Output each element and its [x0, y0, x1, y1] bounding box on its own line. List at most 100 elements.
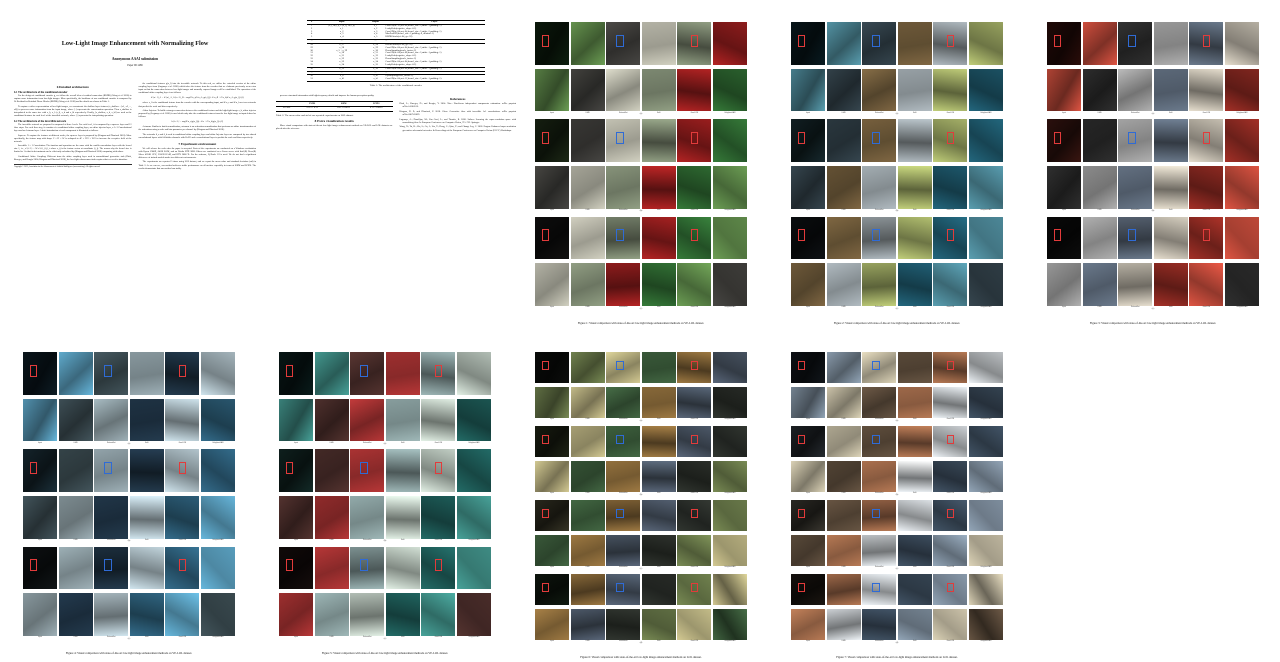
comparison-image — [826, 387, 861, 418]
comparison-image — [58, 352, 93, 395]
zoom-region-marker — [434, 462, 443, 475]
comparison-image — [535, 500, 570, 531]
figure-caption: Figure 4: Visual comparison with state-o… — [65, 651, 193, 655]
comparison-image — [712, 609, 747, 640]
comparison-image — [1047, 22, 1082, 65]
subsection-heading: 6.2 The architecture of the invertible n… — [14, 120, 67, 124]
comparison-image — [641, 216, 676, 260]
comparison-image — [862, 166, 897, 209]
subfigure-label: (a) — [127, 442, 131, 445]
page2-right-column: References Dinh, L.; Krueger, D.; and Be… — [400, 95, 517, 134]
comparison-image — [933, 461, 968, 492]
zoom-region-marker — [616, 435, 624, 444]
paper-title: Low-Light Image Enhancement with Normali… — [61, 40, 209, 47]
comparison-image — [897, 68, 932, 112]
page2-left-column: preserve structural information with hig… — [276, 95, 393, 134]
paragraph: For the design of conditional encoder g,… — [14, 95, 132, 104]
zoom-region-marker — [434, 364, 443, 377]
comparison-image — [712, 535, 747, 566]
zoom-region-marker — [872, 361, 880, 370]
comparison-image — [314, 593, 349, 636]
table-cell: LLFlow — [282, 107, 291, 110]
paragraph: Actnorm: Similar to batch normalization,… — [138, 126, 257, 132]
comparison-image — [1189, 216, 1224, 260]
comparison-image — [826, 500, 861, 531]
comparison-image — [456, 496, 491, 539]
comparison-image — [165, 352, 200, 395]
comparison-image — [641, 461, 676, 492]
figure-page-7: Input LIME RetinexNet KinD Zero-DCE Enlighten… — [791, 352, 1003, 662]
comparison-image — [897, 119, 932, 162]
zoom-region-marker — [541, 583, 550, 592]
zoom-region-marker — [104, 364, 112, 377]
zoom-region-marker — [1053, 229, 1062, 242]
comparison-image — [385, 593, 420, 636]
comparison-image — [826, 166, 861, 209]
comparison-image — [791, 535, 826, 566]
references-heading: References — [450, 97, 466, 102]
comparison-image — [677, 22, 712, 65]
comparison-image — [279, 546, 314, 590]
comparison-image — [1118, 263, 1153, 306]
zoom-region-marker — [285, 462, 294, 475]
comparison-image — [23, 546, 58, 590]
comparison-image — [897, 574, 932, 605]
comparison-image — [677, 263, 712, 306]
comparison-image — [535, 609, 570, 640]
comparison-image — [968, 535, 1003, 566]
comparison-image — [968, 609, 1003, 640]
page1-right-column: the conditional features g(x_l) into the… — [139, 83, 257, 172]
comparison-image — [129, 593, 164, 636]
paragraph: the conditional features g(x_l) into the… — [138, 83, 257, 95]
zoom-region-marker — [285, 364, 294, 377]
paper-page-1: Low-Light Image Enhancement with Normali… — [14, 18, 256, 338]
subfigure-label: (b) — [639, 210, 643, 213]
comparison-image — [165, 449, 200, 492]
comparison-image — [712, 387, 747, 418]
comparison-image — [712, 216, 747, 260]
subfigure-label: (a) — [639, 112, 643, 115]
comparison-image — [897, 500, 932, 531]
comparison-image — [570, 387, 605, 418]
references-list: Dinh, L.; Krueger, D.; and Bengio, Y. 20… — [400, 103, 517, 133]
table-cell: 0.11 ± 0.0029 — [369, 107, 383, 110]
figure-page-5: Input LIME RetinexNet KinD Zero-DCE Enlighten… — [279, 352, 491, 662]
comparison-image — [165, 398, 200, 442]
comparison-image — [677, 461, 712, 492]
comparison-image — [862, 426, 897, 457]
zoom-region-marker — [541, 361, 550, 370]
comparison-image — [1153, 22, 1188, 65]
comparison-image — [1189, 68, 1224, 112]
comparison-image — [606, 609, 641, 640]
comparison-image — [677, 119, 712, 162]
comparison-image — [791, 216, 826, 260]
comparison-image — [535, 387, 570, 418]
comparison-image — [314, 398, 349, 442]
comparison-image — [712, 263, 747, 306]
subfigure-label: (c) — [895, 567, 899, 570]
comparison-image — [350, 449, 385, 492]
comparison-image — [385, 449, 420, 492]
comparison-image — [677, 352, 712, 383]
zoom-region-marker — [872, 435, 880, 444]
comparison-image — [385, 398, 420, 442]
zoom-region-marker — [690, 583, 699, 592]
comparison-image — [933, 166, 968, 209]
zoom-region-marker — [946, 435, 955, 444]
comparison-image — [314, 496, 349, 539]
comparison-image — [314, 352, 349, 395]
comparison-image — [1047, 263, 1082, 306]
comparison-image — [129, 352, 164, 395]
comparison-image — [1224, 22, 1259, 65]
comparison-image — [641, 119, 676, 162]
comparison-image — [535, 535, 570, 566]
comparison-image — [1118, 22, 1153, 65]
comparison-image — [862, 609, 897, 640]
comparison-image — [897, 387, 932, 418]
comparison-image — [570, 461, 605, 492]
comparison-image — [165, 546, 200, 590]
comparison-image — [23, 352, 58, 395]
figure-page-3: Input LIME RetinexNet KinD Zero-DCE Enlighten… — [1047, 22, 1259, 332]
comparison-image — [641, 574, 676, 605]
comparison-image — [897, 216, 932, 260]
